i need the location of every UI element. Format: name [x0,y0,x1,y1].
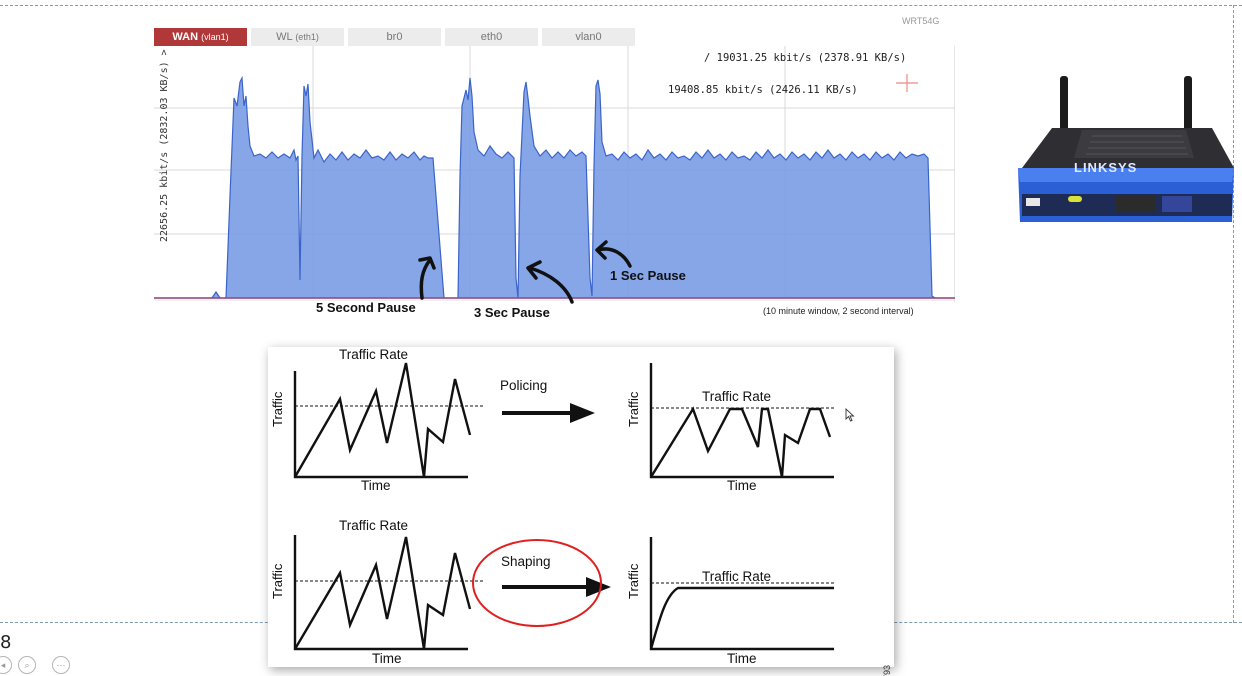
tab-wan[interactable]: WAN (vlan1) [154,28,247,46]
figure-id: 144793 [882,665,892,676]
tab-wl[interactable]: WL (eth1) [251,28,344,46]
rate-readout-avg: / 19031.25 kbit/s (2378.91 KB/s) [704,52,907,64]
diagram-graphics [293,362,834,651]
chart-y-label: 22656.25 kbit/s (2832.03 KB/s) > [159,49,170,242]
zoom-icon[interactable]: ⌕ [18,656,36,674]
panel-traffic-top-left [293,362,483,479]
annotation-3-sec-pause: 3 Sec Pause [474,305,550,320]
label-time-2: Time [727,478,757,493]
annotation-arrows [418,240,632,304]
tab-eth0[interactable]: eth0 [445,28,538,46]
router-model-label: WRT54G [902,16,940,26]
tab-br0[interactable]: br0 [348,28,441,46]
crosshair-icon [896,74,918,92]
panel-shaped-bottom-right [649,537,834,651]
shaping-arrow-icon [502,577,611,597]
label-policing: Policing [500,378,548,393]
policing-arrow-icon [502,403,595,423]
panel-traffic-bottom-left [293,535,483,651]
annotation-1-sec-pause: 1 Sec Pause [610,268,686,283]
label-traffic-rate-1: Traffic Rate [339,347,409,362]
linksys-router-image: LINKSYS [1018,76,1234,222]
label-traffic-4: Traffic [626,563,641,599]
svg-text:LINKSYS: LINKSYS [1074,160,1137,175]
tab-vlan0[interactable]: vlan0 [542,28,635,46]
label-time-1: Time [361,478,391,493]
label-traffic-rate-4: Traffic Rate [702,569,772,584]
label-time-3: Time [372,651,402,666]
label-traffic-3: Traffic [270,563,285,599]
arrow-3sec-icon [528,266,574,304]
policing-shaping-diagram: Traffic Rate Time Traffic Policing Traff… [268,347,894,676]
slide-nav-controls: ◂ ⌕ ⋯ [0,656,80,676]
annotation-5-second-pause: 5 Second Pause [316,300,416,315]
shaping-highlight-circle [472,539,602,627]
arrow-5sec-icon [419,258,432,300]
panel-policed-top-right [649,363,834,479]
label-traffic-rate-2: Traffic Rate [702,389,772,404]
slide-border-top [0,5,1242,6]
label-time-4: Time [727,651,757,666]
mouse-cursor-icon [845,408,855,422]
label-traffic-1: Traffic [270,391,285,427]
label-traffic-2: Traffic [626,391,641,427]
more-options-icon[interactable]: ⋯ [52,656,70,674]
label-traffic-rate-3: Traffic Rate [339,518,409,533]
slide-number: 8 [0,632,12,653]
label-shaping: Shaping [501,554,551,569]
rate-readout-current: 19408.85 kbit/s (2426.11 KB/s) [668,84,858,96]
slide-nav-back-icon[interactable]: ◂ [0,656,12,674]
chart-window-note: (10 minute window, 2 second interval) [763,306,914,316]
